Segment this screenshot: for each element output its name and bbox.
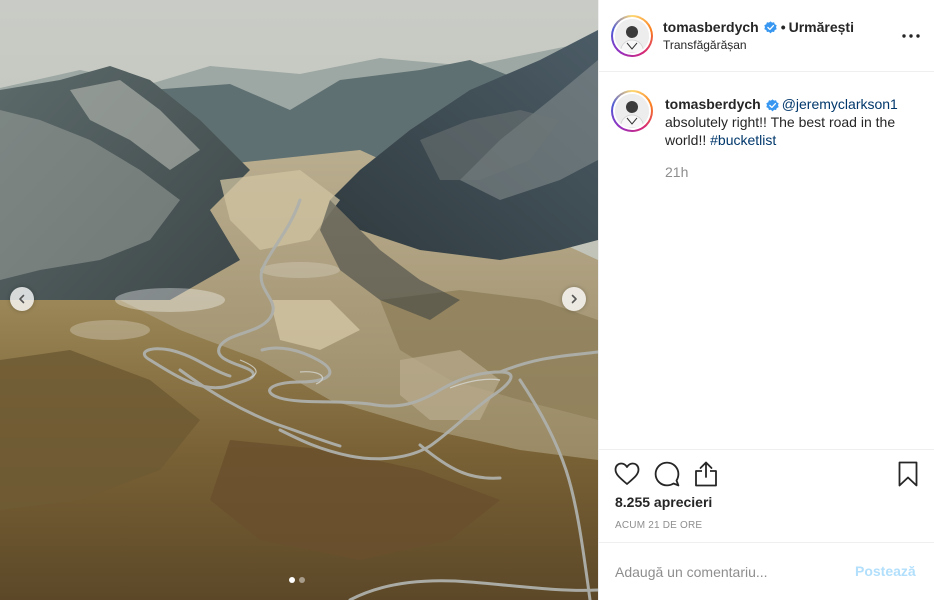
bookmark-icon <box>898 461 918 487</box>
caption-hashtag-link[interactable]: #bucketlist <box>710 132 776 148</box>
like-button[interactable] <box>613 460 641 488</box>
post-header: tomasberdych • Urmărești Transfăgărășan <box>599 0 934 72</box>
caption-timestamp[interactable]: 21h <box>665 164 688 180</box>
profile-photo-icon <box>615 94 649 128</box>
more-options-button[interactable] <box>899 26 923 46</box>
location-link[interactable]: Transfăgărășan <box>663 38 747 52</box>
slide-dot <box>299 577 305 583</box>
previous-slide-button[interactable] <box>10 287 34 311</box>
slide-indicator <box>289 577 305 583</box>
post-age[interactable]: ACUM 21 DE ORE <box>615 520 702 531</box>
save-button[interactable] <box>894 460 922 488</box>
action-bar: 8.255 aprecieri ACUM 21 DE ORE <box>599 449 934 542</box>
post-side-panel: tomasberdych • Urmărești Transfăgărășan <box>598 0 934 600</box>
caption-username[interactable]: tomasberdych <box>665 96 761 112</box>
share-icon <box>695 461 717 487</box>
caption-text: absolutely right!! The best road in the … <box>665 114 896 148</box>
comments-area: tomasberdych @jeremyclarkson1 absolutely… <box>599 73 934 449</box>
following-button[interactable]: Urmărești <box>789 19 854 35</box>
header-user-line: tomasberdych • Urmărești <box>663 19 854 35</box>
post-media[interactable] <box>0 0 598 600</box>
slide-dot-active <box>289 577 295 583</box>
next-slide-button[interactable] <box>562 287 586 311</box>
caption-avatar[interactable] <box>611 90 653 132</box>
likes-count[interactable]: 8.255 aprecieri <box>615 494 712 510</box>
comment-button[interactable] <box>653 460 681 488</box>
add-comment-section: Postează <box>599 542 934 600</box>
comment-icon <box>654 461 680 487</box>
post-comment-button[interactable]: Postează <box>855 563 916 579</box>
comment-input[interactable] <box>615 562 835 582</box>
mountain-road-photo <box>0 0 598 600</box>
verified-badge-icon <box>764 20 777 33</box>
instagram-post: tomasberdych • Urmărești Transfăgărășan <box>0 0 934 600</box>
header-username[interactable]: tomasberdych <box>663 19 759 35</box>
profile-photo-icon <box>615 19 649 53</box>
post-caption: tomasberdych @jeremyclarkson1 absolutely… <box>665 95 915 149</box>
caption-mention-link[interactable]: @jeremyclarkson1 <box>782 96 898 112</box>
avatar[interactable] <box>611 15 653 57</box>
more-options-icon <box>902 34 920 38</box>
header-separator: • <box>780 19 786 35</box>
chevron-left-icon <box>19 294 25 304</box>
avatar-image <box>615 94 649 128</box>
heart-icon <box>614 462 640 485</box>
verified-badge-icon <box>766 99 779 112</box>
avatar-image <box>615 19 649 53</box>
share-button[interactable] <box>692 460 720 488</box>
chevron-right-icon <box>571 294 577 304</box>
